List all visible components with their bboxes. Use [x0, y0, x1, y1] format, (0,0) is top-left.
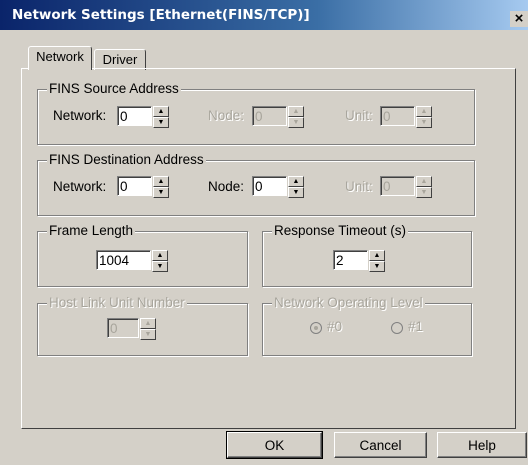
tab-driver-label: Driver — [102, 52, 138, 67]
response-timeout-group: Response Timeout (s) 2 ▲ ▼ — [262, 223, 472, 287]
dest-node-input[interactable]: 0 — [252, 176, 287, 196]
response-timeout-title: Response Timeout (s) — [272, 223, 409, 238]
source-network-input[interactable]: 0 — [117, 106, 152, 126]
spin-down-icon[interactable]: ▼ — [152, 261, 168, 272]
frame-length-group: Frame Length 1004 ▲ ▼ — [37, 223, 248, 287]
spin-down-icon: ▼ — [288, 117, 304, 128]
source-unit-input: 0 — [380, 106, 415, 126]
fins-source-title: FINS Source Address — [47, 81, 181, 96]
spin-down-icon: ▼ — [416, 187, 432, 198]
dest-node-spin: ▲ ▼ — [288, 176, 304, 198]
response-timeout-stepper[interactable]: 2 ▲ ▼ — [333, 250, 386, 272]
ok-button[interactable]: OK — [226, 431, 323, 459]
window-title: Network Settings [Ethernet(FINS/TCP)] — [12, 7, 310, 23]
host-link-stepper: 0 ▲ ▼ — [107, 318, 157, 340]
spin-down-icon: ▼ — [140, 329, 156, 340]
host-link-spin: ▲ ▼ — [140, 318, 156, 340]
tab-driver[interactable]: Driver — [94, 49, 146, 70]
close-icon[interactable]: × — [510, 11, 528, 27]
tab-network[interactable]: Network — [28, 46, 92, 70]
dest-network-input[interactable]: 0 — [117, 176, 152, 196]
source-node-input: 0 — [252, 106, 287, 126]
source-network-spin: ▲ ▼ — [153, 106, 169, 128]
fins-destination-title: FINS Destination Address — [47, 152, 206, 167]
response-timeout-spin: ▲ ▼ — [369, 250, 385, 272]
dest-unit-input: 0 — [380, 176, 415, 196]
source-node-spin: ▲ ▼ — [288, 106, 304, 128]
spin-up-icon: ▲ — [416, 176, 432, 187]
radio-level-1-label: #1 — [408, 319, 424, 334]
dest-network-label: Network: — [53, 179, 107, 194]
spin-up-icon[interactable]: ▲ — [288, 176, 304, 187]
spin-down-icon[interactable]: ▼ — [153, 187, 169, 198]
spin-down-icon[interactable]: ▼ — [153, 117, 169, 128]
dest-unit-spin: ▲ ▼ — [416, 176, 432, 198]
fins-destination-group: FINS Destination Address Network: 0 ▲ ▼ … — [37, 152, 475, 216]
frame-length-title: Frame Length — [47, 223, 136, 238]
spin-up-icon[interactable]: ▲ — [369, 250, 385, 261]
response-timeout-input[interactable]: 2 — [333, 250, 368, 270]
spin-up-icon: ▲ — [288, 106, 304, 117]
radio-level-0 — [310, 322, 322, 334]
host-link-group: Host Link Unit Number 0 ▲ ▼ — [37, 295, 248, 356]
source-node-stepper: 0 ▲ ▼ — [252, 106, 305, 128]
spin-up-icon[interactable]: ▲ — [153, 176, 169, 187]
host-link-title: Host Link Unit Number — [47, 295, 187, 310]
source-network-stepper[interactable]: 0 ▲ ▼ — [117, 106, 170, 128]
frame-length-stepper[interactable]: 1004 ▲ ▼ — [96, 250, 169, 272]
fins-source-group: FINS Source Address Network: 0 ▲ ▼ Node:… — [37, 81, 475, 145]
spin-up-icon[interactable]: ▲ — [152, 250, 168, 261]
source-unit-spin: ▲ ▼ — [416, 106, 432, 128]
source-node-label: Node: — [208, 108, 245, 123]
spin-down-icon[interactable]: ▼ — [288, 187, 304, 198]
source-network-label: Network: — [53, 108, 107, 123]
host-link-input: 0 — [107, 318, 139, 338]
title-bar: Network Settings [Ethernet(FINS/TCP)] × — [0, 0, 528, 30]
dest-unit-label: Unit: — [345, 179, 373, 194]
dest-network-stepper[interactable]: 0 ▲ ▼ — [117, 176, 170, 198]
spin-down-icon: ▼ — [416, 117, 432, 128]
spin-up-icon: ▲ — [416, 106, 432, 117]
dest-unit-stepper: 0 ▲ ▼ — [380, 176, 433, 198]
operating-level-group: Network Operating Level #0 #1 — [262, 295, 472, 356]
spin-down-icon[interactable]: ▼ — [369, 261, 385, 272]
cancel-button[interactable]: Cancel — [334, 432, 427, 458]
source-unit-label: Unit: — [345, 108, 373, 123]
help-button[interactable]: Help — [437, 432, 527, 458]
radio-level-1 — [391, 322, 403, 334]
dest-network-spin: ▲ ▼ — [153, 176, 169, 198]
dest-node-label: Node: — [208, 179, 245, 194]
spin-up-icon: ▲ — [140, 318, 156, 329]
tab-network-label: Network — [36, 49, 84, 64]
spin-up-icon[interactable]: ▲ — [153, 106, 169, 117]
source-unit-stepper: 0 ▲ ▼ — [380, 106, 433, 128]
frame-length-input[interactable]: 1004 — [96, 250, 151, 270]
network-settings-dialog: Network Settings [Ethernet(FINS/TCP)] × … — [0, 0, 528, 465]
operating-level-title: Network Operating Level — [272, 295, 425, 310]
frame-length-spin: ▲ ▼ — [152, 250, 168, 272]
radio-level-0-label: #0 — [327, 319, 343, 334]
dest-node-stepper[interactable]: 0 ▲ ▼ — [252, 176, 305, 198]
